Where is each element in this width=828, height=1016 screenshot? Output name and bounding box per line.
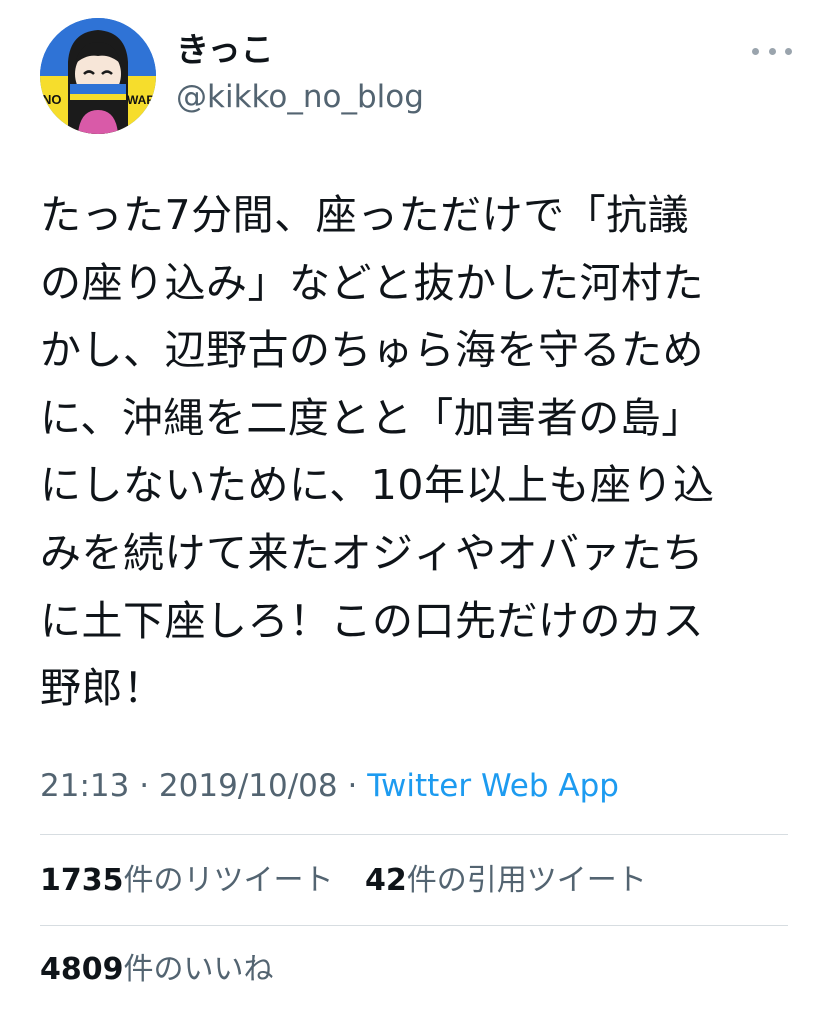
tweet-detail: NO WAR きっこ @kikko_no_blog たった7分間、座っただけで「… [0,0,828,1016]
likes-count: 4809 [40,952,124,987]
tweet-time[interactable]: 21:13 [40,768,129,804]
retweets-count: 1735 [40,863,124,898]
divider [40,834,788,835]
more-dot [768,47,776,55]
stats-row-retweets: 1735件のリツイート 42件の引用ツイート [40,861,669,901]
retweets-stat[interactable]: 1735件のリツイート [40,863,334,898]
meta-separator: · [139,768,150,804]
stats-row-likes: 4809件のいいね [40,950,296,990]
more-options-icon[interactable] [752,36,792,66]
author-handle[interactable]: @kikko_no_blog [176,78,424,116]
meta-separator: · [347,768,358,804]
avatar[interactable]: NO WAR [40,18,156,134]
svg-text:NO: NO [42,92,62,107]
tweet-date[interactable]: 2019/10/08 [159,768,338,804]
likes-stat[interactable]: 4809件のいいね [40,952,274,987]
quotes-stat[interactable]: 42件の引用ツイート [365,863,647,898]
quotes-label: 件の引用ツイート [406,863,647,898]
svg-text:WAR: WAR [127,93,155,107]
tweet-meta: 21:13 · 2019/10/08 · Twitter Web App [40,764,619,808]
quotes-count: 42 [365,863,407,898]
likes-label: 件のいいね [123,952,274,987]
retweets-label: 件のリツイート [123,863,334,898]
tweet-text: たった7分間、座っただけで「抗議 の座り込み」などと抜かした河村た かし、辺野古… [40,191,715,713]
more-dot [785,47,792,55]
more-dot [752,47,759,55]
divider [40,925,788,926]
tweet-source-link[interactable]: Twitter Web App [367,768,619,804]
avatar-image: NO WAR [40,18,156,134]
author-display-name[interactable]: きっこ [176,30,274,70]
